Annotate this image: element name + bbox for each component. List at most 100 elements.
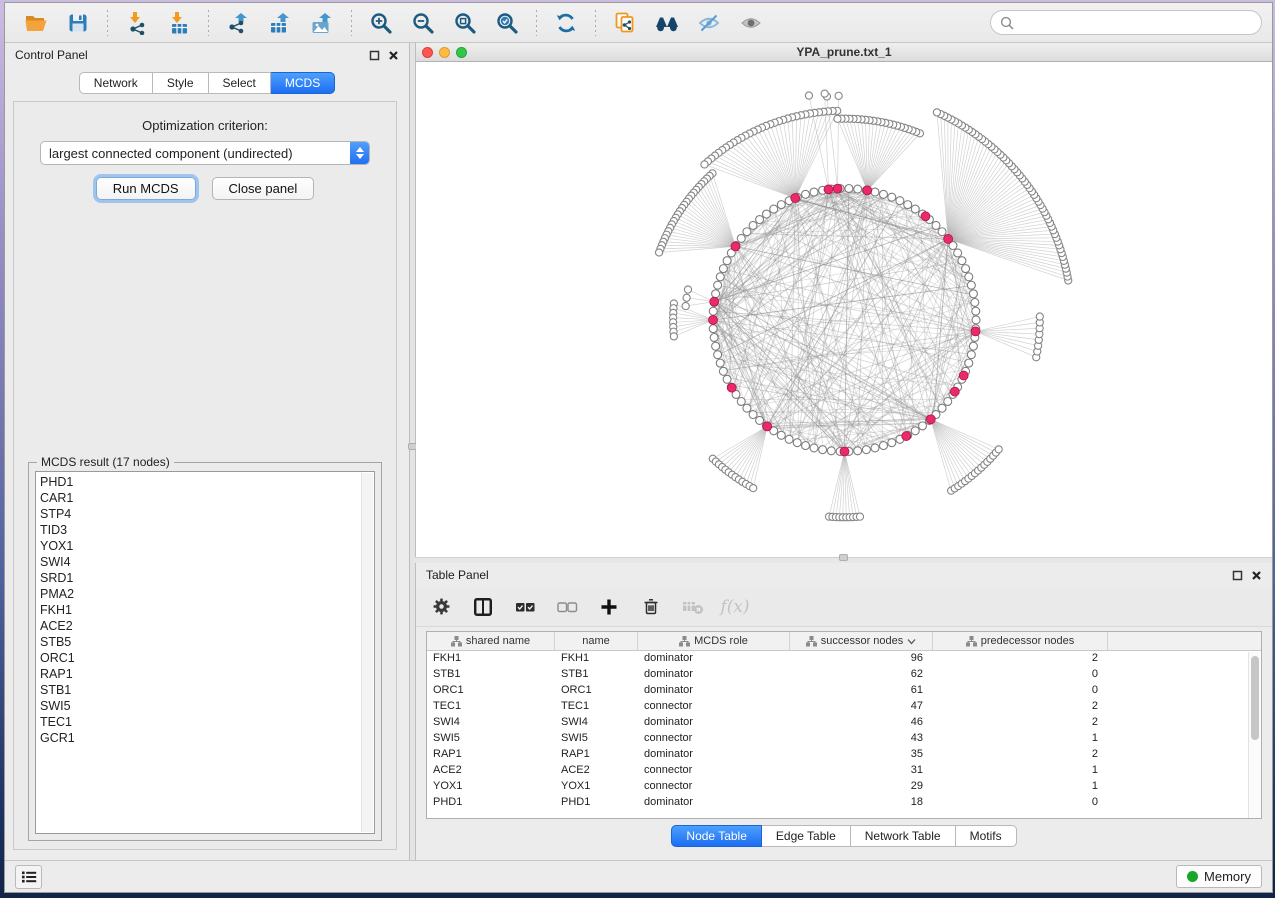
tab-select[interactable]: Select	[209, 72, 271, 94]
mcds-result-item[interactable]: STB1	[40, 682, 370, 698]
mcds-result-item[interactable]: SRD1	[40, 570, 370, 586]
float-panel-icon[interactable]	[1232, 570, 1243, 581]
mcds-result-list[interactable]: PHD1CAR1STP4TID3YOX1SWI4SRD1PMA2FKH1ACE2…	[35, 471, 375, 834]
cell-predecessor-nodes[interactable]: 1	[933, 763, 1108, 779]
mcds-result-item[interactable]: SWI5	[40, 698, 370, 714]
tab-motifs[interactable]: Motifs	[956, 825, 1017, 847]
cell-mcds-role[interactable]: connector	[638, 779, 790, 795]
close-panel-button[interactable]: Close panel	[212, 177, 315, 200]
node-table[interactable]: shared namenameMCDS rolesuccessor nodesp…	[426, 631, 1262, 819]
table-row[interactable]: FKH1FKH1dominator962	[427, 651, 1261, 667]
mcds-result-item[interactable]: PHD1	[40, 474, 370, 490]
zoom-in-button[interactable]	[364, 8, 398, 38]
cell-mcds-role[interactable]: dominator	[638, 683, 790, 699]
network-window-titlebar[interactable]: YPA_prune.txt_1	[416, 43, 1272, 62]
delete-column-button[interactable]	[640, 596, 662, 618]
table-row[interactable]: PHD1PHD1dominator180	[427, 795, 1261, 811]
cell-successor-nodes[interactable]: 35	[790, 747, 933, 763]
tab-edge-table[interactable]: Edge Table	[762, 825, 851, 847]
network-canvas[interactable]	[416, 62, 1272, 557]
cell-shared-name[interactable]: ORC1	[427, 683, 555, 699]
mcds-result-item[interactable]: STB5	[40, 634, 370, 650]
cell-name[interactable]: YOX1	[555, 779, 638, 795]
mcds-result-item[interactable]: YOX1	[40, 538, 370, 554]
cell-predecessor-nodes[interactable]: 1	[933, 731, 1108, 747]
table-row[interactable]: SWI5SWI5connector431	[427, 731, 1261, 747]
cell-predecessor-nodes[interactable]: 2	[933, 747, 1108, 763]
search-box[interactable]	[990, 10, 1262, 35]
zoom-selected-button[interactable]	[490, 8, 524, 38]
cell-name[interactable]: PHD1	[555, 795, 638, 811]
table-scrollbar[interactable]	[1248, 652, 1261, 818]
cell-mcds-role[interactable]: connector	[638, 699, 790, 715]
mcds-result-item[interactable]: ACE2	[40, 618, 370, 634]
cell-predecessor-nodes[interactable]: 2	[933, 651, 1108, 667]
show-all-button[interactable]	[734, 8, 768, 38]
cell-predecessor-nodes[interactable]: 2	[933, 699, 1108, 715]
cell-successor-nodes[interactable]: 96	[790, 651, 933, 667]
list-scrollbar[interactable]	[361, 473, 373, 832]
cell-shared-name[interactable]: SWI5	[427, 731, 555, 747]
cell-name[interactable]: STB1	[555, 667, 638, 683]
cell-shared-name[interactable]: RAP1	[427, 747, 555, 763]
mcds-result-item[interactable]: CAR1	[40, 490, 370, 506]
table-row[interactable]: ACE2ACE2connector311	[427, 763, 1261, 779]
memory-button[interactable]: Memory	[1176, 865, 1262, 888]
export-image-button[interactable]	[305, 8, 339, 38]
open-file-button[interactable]	[19, 8, 53, 38]
column-header-predecessor-nodes[interactable]: predecessor nodes	[933, 632, 1108, 650]
close-panel-icon[interactable]	[1251, 570, 1262, 581]
cell-successor-nodes[interactable]: 46	[790, 715, 933, 731]
save-session-button[interactable]	[61, 8, 95, 38]
cell-shared-name[interactable]: YOX1	[427, 779, 555, 795]
table-row[interactable]: YOX1YOX1connector291	[427, 779, 1261, 795]
export-network-button[interactable]	[221, 8, 255, 38]
optimization-criterion-select[interactable]: largest connected component (undirected)	[40, 141, 370, 165]
tab-style[interactable]: Style	[153, 72, 209, 94]
cell-successor-nodes[interactable]: 18	[790, 795, 933, 811]
cell-name[interactable]: ORC1	[555, 683, 638, 699]
table-row[interactable]: SWI4SWI4dominator462	[427, 715, 1261, 731]
column-visibility-button[interactable]	[472, 596, 494, 618]
network-list-button[interactable]	[15, 865, 42, 889]
mcds-result-item[interactable]: TID3	[40, 522, 370, 538]
cell-name[interactable]: TEC1	[555, 699, 638, 715]
cell-name[interactable]: ACE2	[555, 763, 638, 779]
cell-name[interactable]: SWI5	[555, 731, 638, 747]
import-network-button[interactable]	[120, 8, 154, 38]
mcds-result-item[interactable]: ORC1	[40, 650, 370, 666]
horizontal-splitter[interactable]	[415, 557, 1272, 563]
import-table-button[interactable]	[162, 8, 196, 38]
refresh-layout-button[interactable]	[549, 8, 583, 38]
cell-shared-name[interactable]: ACE2	[427, 763, 555, 779]
scrollbar-thumb[interactable]	[1251, 656, 1259, 740]
table-row[interactable]: RAP1RAP1dominator352	[427, 747, 1261, 763]
table-row[interactable]: ORC1ORC1dominator610	[427, 683, 1261, 699]
column-header-successor-nodes[interactable]: successor nodes	[790, 632, 933, 650]
mcds-result-item[interactable]: STP4	[40, 506, 370, 522]
mcds-result-item[interactable]: PMA2	[40, 586, 370, 602]
cell-shared-name[interactable]: STB1	[427, 667, 555, 683]
select-all-rows-button[interactable]	[514, 596, 536, 618]
mcds-result-item[interactable]: FKH1	[40, 602, 370, 618]
cell-shared-name[interactable]: SWI4	[427, 715, 555, 731]
cell-successor-nodes[interactable]: 43	[790, 731, 933, 747]
delete-table-button[interactable]	[682, 596, 704, 618]
cell-shared-name[interactable]: TEC1	[427, 699, 555, 715]
run-mcds-button[interactable]: Run MCDS	[96, 177, 196, 200]
splitter-grabber[interactable]	[839, 554, 848, 561]
cell-predecessor-nodes[interactable]: 0	[933, 795, 1108, 811]
cell-successor-nodes[interactable]: 31	[790, 763, 933, 779]
cell-successor-nodes[interactable]: 29	[790, 779, 933, 795]
zoom-fit-button[interactable]	[448, 8, 482, 38]
tab-mcds[interactable]: MCDS	[271, 72, 335, 94]
cell-mcds-role[interactable]: connector	[638, 731, 790, 747]
cell-name[interactable]: SWI4	[555, 715, 638, 731]
add-column-button[interactable]	[598, 596, 620, 618]
cell-name[interactable]: FKH1	[555, 651, 638, 667]
tab-network[interactable]: Network	[79, 72, 153, 94]
table-settings-gear-button[interactable]	[430, 596, 452, 618]
mcds-result-item[interactable]: TEC1	[40, 714, 370, 730]
vertical-splitter[interactable]	[409, 43, 415, 860]
cell-predecessor-nodes[interactable]: 0	[933, 667, 1108, 683]
